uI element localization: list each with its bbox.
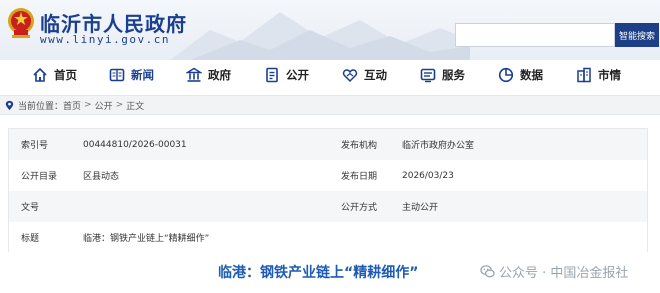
document-info-table: 索引号 00444810/2026-00031 发布机构 临沂市政府办公室 公开…: [8, 128, 648, 253]
wechat-icon: [480, 265, 495, 278]
breadcrumb-separator: >: [115, 100, 124, 110]
breadcrumb-disclosure-link[interactable]: 公开: [95, 99, 113, 112]
title-value: 临港：钢铁产业链上“精耕细作”: [83, 234, 210, 244]
smart-search-button[interactable]: 智能搜索: [615, 23, 659, 47]
interaction-icon: [342, 69, 358, 83]
service-icon: [420, 68, 436, 83]
info-row-docno: 文号 公开方式 主动公开: [9, 191, 647, 222]
catalog-value: 区县动态: [83, 172, 120, 182]
disclosure-icon: [266, 67, 278, 83]
publisher-label: 发布机构: [341, 141, 378, 151]
breadcrumb: 当前位置： 首页 > 公开 > 正文: [0, 95, 660, 115]
nav-item-disclosure[interactable]: 公开: [264, 64, 309, 86]
nav-item-label: 政府: [208, 68, 231, 82]
data-icon: [498, 67, 514, 83]
info-row-catalog: 公开目录 区县动态 发布日期 2026/03/23: [9, 160, 647, 191]
publisher-value: 临沂市政府办公室: [402, 141, 475, 151]
nav-item-data[interactable]: 数据: [498, 64, 543, 86]
nav-item-news[interactable]: 新闻: [109, 64, 154, 86]
watermark-text: 公众号 · 中国冶金报社: [499, 266, 629, 281]
nav-item-label: 首页: [54, 68, 77, 82]
breadcrumb-home-link[interactable]: 首页: [63, 99, 81, 112]
date-value: 2026/03/23: [402, 170, 454, 181]
main-nav: 首页 新闻 政府 公开 互动 服务 数据 市情: [0, 60, 660, 90]
mountain-background: [170, 12, 470, 60]
index-value: 00444810/2026-00031: [83, 139, 187, 150]
nav-item-service[interactable]: 服务: [420, 64, 465, 86]
method-label: 公开方式: [341, 203, 378, 213]
news-icon: [109, 68, 125, 82]
nav-item-city-info[interactable]: 市情: [576, 64, 621, 86]
nav-item-label: 服务: [442, 68, 465, 82]
search-input[interactable]: [455, 23, 615, 47]
nav-item-label: 数据: [520, 68, 543, 82]
breadcrumb-prefix: 当前位置：: [18, 101, 64, 112]
breadcrumb-current: 正文: [126, 101, 145, 112]
method-value: 主动公开: [402, 203, 439, 213]
article-title: 临港：钢铁产业链上“精耕细作”: [218, 265, 419, 281]
date-label: 发布日期: [341, 172, 378, 182]
city-info-icon: [577, 67, 591, 83]
docno-label: 文号: [21, 203, 40, 213]
index-label: 索引号: [21, 141, 49, 151]
government-icon: [186, 67, 202, 82]
breadcrumb-separator: >: [84, 100, 92, 110]
location-pin-icon: [5, 100, 14, 110]
info-row-index: 索引号 00444810/2026-00031 发布机构 临沂市政府办公室: [9, 129, 647, 160]
title-label: 标题: [21, 234, 40, 244]
wechat-watermark: 公众号 · 中国冶金报社: [480, 262, 628, 281]
info-row-title: 标题 临港：钢铁产业链上“精耕细作”: [9, 222, 647, 253]
nav-item-label: 公开: [286, 68, 309, 82]
nav-item-label: 互动: [364, 68, 387, 82]
site-header: 临沂市人民政府 www.linyi.gov.cn 智能搜索: [0, 0, 660, 60]
nav-item-home[interactable]: 首页: [32, 64, 77, 86]
nav-item-label: 新闻: [131, 68, 154, 82]
nav-item-label: 市情: [598, 68, 621, 82]
national-emblem-icon: [8, 8, 34, 38]
nav-item-government[interactable]: 政府: [186, 64, 231, 86]
site-url: www.linyi.gov.cn: [40, 33, 170, 46]
nav-item-interaction[interactable]: 互动: [342, 64, 387, 86]
home-icon: [33, 67, 47, 82]
catalog-label: 公开目录: [21, 172, 58, 182]
